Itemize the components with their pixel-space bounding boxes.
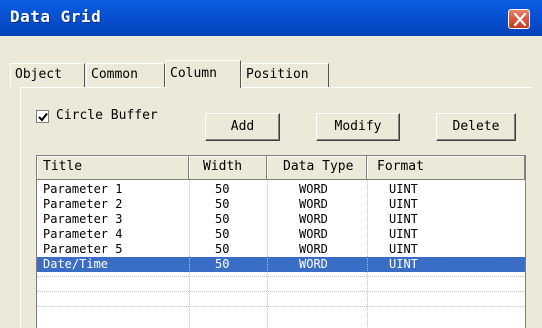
cell-format: UINT [389, 197, 418, 211]
grid-divider [189, 180, 190, 328]
cell-data-type: WORD [299, 197, 328, 211]
tab-column-label: Column [170, 66, 217, 81]
table-row[interactable]: Parameter 4 50 WORD UINT [37, 227, 525, 242]
cell-width: 50 [215, 257, 230, 271]
circle-buffer-label: Circle Buffer [56, 108, 158, 123]
column-header-title[interactable]: Title [37, 156, 189, 180]
cell-format: UINT [389, 182, 418, 196]
grid-divider [267, 180, 268, 328]
cell-title: Parameter 2 [43, 197, 123, 211]
table-row[interactable]: Parameter 3 50 WORD UINT [37, 212, 525, 227]
table-row[interactable]: Date/Time 50 WORD UINT [37, 257, 525, 272]
modify-button[interactable]: Modify [316, 113, 400, 141]
column-header-title-label: Title [43, 159, 83, 174]
cell-data-type: WORD [299, 257, 328, 271]
tab-position[interactable]: Position [241, 63, 329, 87]
table-row[interactable]: Parameter 5 50 WORD UINT [37, 242, 525, 257]
table-row[interactable]: Parameter 1 50 WORD UINT [37, 182, 525, 197]
cell-width: 50 [215, 227, 230, 241]
column-header-data-type-label: Data Type [283, 159, 354, 174]
cell-data-type: WORD [299, 212, 328, 226]
table-row[interactable]: Parameter 2 50 WORD UINT [37, 197, 525, 212]
cell-format: UINT [389, 227, 418, 241]
column-header-format-label: Format [377, 159, 424, 174]
tab-common[interactable]: Common [86, 63, 165, 87]
tab-common-label: Common [91, 67, 138, 82]
grid-divider [367, 180, 368, 328]
grid-empty-row-line [37, 306, 525, 307]
column-header-width-label: Width [203, 159, 243, 174]
cell-width: 50 [215, 242, 230, 256]
cell-data-type: WORD [299, 182, 328, 196]
close-icon [513, 13, 527, 26]
column-header-data-type[interactable]: Data Type [267, 156, 367, 180]
cell-width: 50 [215, 182, 230, 196]
grid-empty-row-line [37, 276, 525, 277]
add-button-label: Add [230, 119, 255, 134]
circle-buffer-checkbox[interactable] [36, 110, 49, 123]
add-button[interactable]: Add [205, 113, 280, 141]
cell-title: Parameter 5 [43, 242, 123, 256]
cell-format: UINT [389, 212, 418, 226]
cell-title: Parameter 4 [43, 227, 123, 241]
tab-column[interactable]: Column [165, 60, 241, 88]
checkmark-icon [38, 112, 48, 122]
cell-title: Parameter 1 [43, 182, 123, 196]
cell-width: 50 [215, 212, 230, 226]
cell-data-type: WORD [299, 227, 328, 241]
delete-button-label: Delete [452, 119, 500, 134]
window-title: Data Grid [10, 7, 102, 26]
cell-title: Date/Time [43, 257, 109, 271]
column-header-format[interactable]: Format [367, 156, 525, 180]
close-button[interactable] [508, 9, 530, 29]
cell-format: UINT [389, 257, 418, 271]
column-grid[interactable]: Title Width Data Type Format Parameter 1… [36, 155, 526, 328]
tab-object-label: Object [15, 67, 62, 82]
cell-title: Parameter 3 [43, 212, 123, 226]
modify-button-label: Modify [334, 119, 382, 134]
tab-object[interactable]: Object [10, 63, 85, 87]
cell-width: 50 [215, 197, 230, 211]
grid-empty-row-line [37, 291, 525, 292]
title-bar[interactable]: Data Grid [0, 0, 542, 36]
tab-position-label: Position [246, 67, 309, 82]
cell-format: UINT [389, 242, 418, 256]
column-header-width[interactable]: Width [189, 156, 267, 180]
delete-button[interactable]: Delete [436, 113, 516, 141]
grid-header: Title Width Data Type Format [37, 156, 525, 180]
cell-data-type: WORD [299, 242, 328, 256]
